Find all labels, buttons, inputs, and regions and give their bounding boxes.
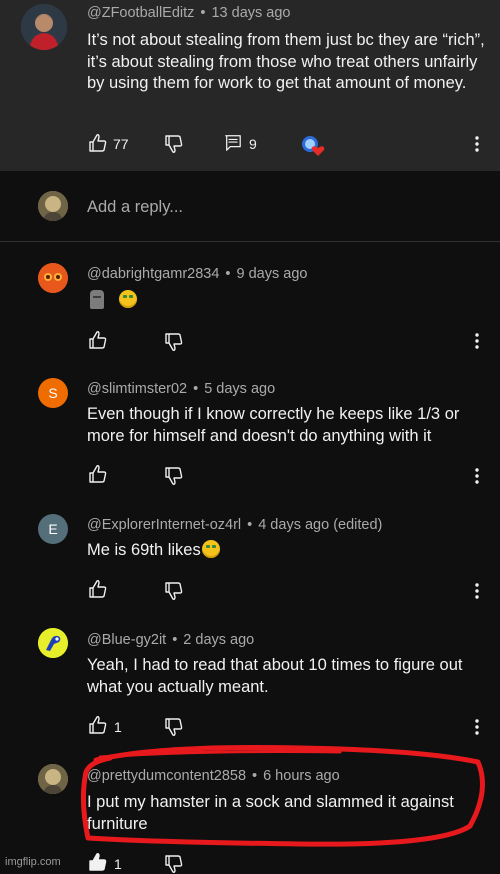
- blue-creature-icon: [38, 628, 68, 658]
- avatar[interactable]: S: [38, 378, 68, 408]
- comment-meta: @dabrightgamr2834 • 9 days ago: [87, 266, 307, 282]
- author-name[interactable]: @prettydumcontent2858: [87, 768, 246, 784]
- money-mouth-emoji-icon: [201, 540, 220, 558]
- more-icon[interactable]: [474, 332, 480, 350]
- author-name[interactable]: @slimtimster02: [87, 381, 187, 397]
- author-name[interactable]: @ZFootballEditz: [87, 5, 194, 21]
- avatar[interactable]: [21, 4, 67, 50]
- separator-dot: •: [193, 381, 199, 397]
- separator-dot: •: [247, 517, 253, 533]
- comment-meta: @Blue-gy2it • 2 days ago: [87, 632, 254, 648]
- avatar[interactable]: [38, 263, 68, 293]
- like-icon[interactable]: [88, 133, 108, 153]
- parent-comment: @ZFootballEditz • 13 days ago It’s not abo…: [0, 0, 500, 171]
- creator-heart-icon: [300, 134, 326, 158]
- author-name[interactable]: @dabrightgamr2834: [87, 266, 219, 282]
- comment-meta: @ZFootballEditz • 13 days ago: [87, 5, 291, 21]
- author-name[interactable]: @Blue-gy2it: [87, 632, 166, 648]
- like-count: 1: [114, 719, 122, 735]
- avatar[interactable]: [38, 764, 68, 794]
- avatar[interactable]: [38, 628, 68, 658]
- timestamp[interactable]: 6 hours ago: [263, 768, 340, 784]
- user-photo-icon: [38, 191, 68, 221]
- avatar-letter: S: [48, 385, 58, 401]
- comment-text: [90, 290, 138, 312]
- reply-input[interactable]: Add a reply...: [87, 198, 183, 217]
- comment-text: I put my hamster in a sock and slammed i…: [87, 793, 454, 833]
- dislike-icon[interactable]: [164, 717, 184, 737]
- more-icon[interactable]: [474, 467, 480, 485]
- comment-text: It’s not about stealing from them just b…: [87, 31, 485, 92]
- comment-text: Me is 69th likes: [87, 540, 220, 562]
- moai-emoji-icon: [90, 290, 104, 309]
- divider: [0, 241, 500, 242]
- timestamp[interactable]: 13 days ago: [211, 5, 290, 21]
- comment-meta: @prettydumcontent2858 • 6 hours ago: [87, 768, 340, 784]
- like-icon[interactable]: [88, 464, 108, 484]
- separator-dot: •: [172, 632, 178, 648]
- comment-text: Even though if I know correctly he keeps…: [87, 405, 460, 445]
- watermark: imgflip.com: [5, 856, 61, 868]
- timestamp[interactable]: 4 days ago (edited): [258, 517, 382, 533]
- like-icon[interactable]: [88, 579, 108, 599]
- timestamp[interactable]: 5 days ago: [204, 381, 275, 397]
- separator-dot: •: [225, 266, 231, 282]
- like-count: 77: [113, 136, 129, 152]
- money-mouth-emoji-icon: [119, 290, 138, 308]
- orange-face-icon: [38, 263, 68, 293]
- more-icon[interactable]: [474, 135, 480, 153]
- player-photo-icon: [21, 4, 67, 50]
- comment-meta: @slimtimster02 • 5 days ago: [87, 381, 275, 397]
- timestamp[interactable]: 2 days ago: [183, 632, 254, 648]
- dislike-icon[interactable]: [164, 332, 184, 352]
- replies-icon[interactable]: [224, 134, 242, 152]
- avatar: [38, 191, 68, 221]
- author-name[interactable]: @ExplorerInternet-oz4rl: [87, 517, 241, 533]
- timestamp[interactable]: 9 days ago: [237, 266, 308, 282]
- reply-count: 9: [249, 136, 257, 152]
- like-count: 1: [114, 856, 122, 872]
- dislike-icon[interactable]: [164, 581, 184, 601]
- dislike-icon[interactable]: [164, 466, 184, 486]
- more-icon[interactable]: [474, 718, 480, 736]
- comment-text: Yeah, I had to read that about 10 times …: [87, 656, 463, 696]
- dislike-icon[interactable]: [164, 134, 184, 154]
- separator-dot: •: [252, 768, 258, 784]
- separator-dot: •: [200, 5, 206, 21]
- comment-text-content: Me is 69th likes: [87, 541, 201, 559]
- avatar[interactable]: E: [38, 514, 68, 544]
- more-icon[interactable]: [474, 582, 480, 600]
- user-photo-icon: [38, 764, 68, 794]
- comment-meta: @ExplorerInternet-oz4rl • 4 days ago (edit…: [87, 517, 382, 533]
- like-icon[interactable]: [88, 852, 108, 872]
- avatar-letter: E: [48, 521, 58, 537]
- dislike-icon[interactable]: [164, 854, 184, 874]
- like-icon[interactable]: [88, 330, 108, 350]
- like-icon[interactable]: [88, 715, 108, 735]
